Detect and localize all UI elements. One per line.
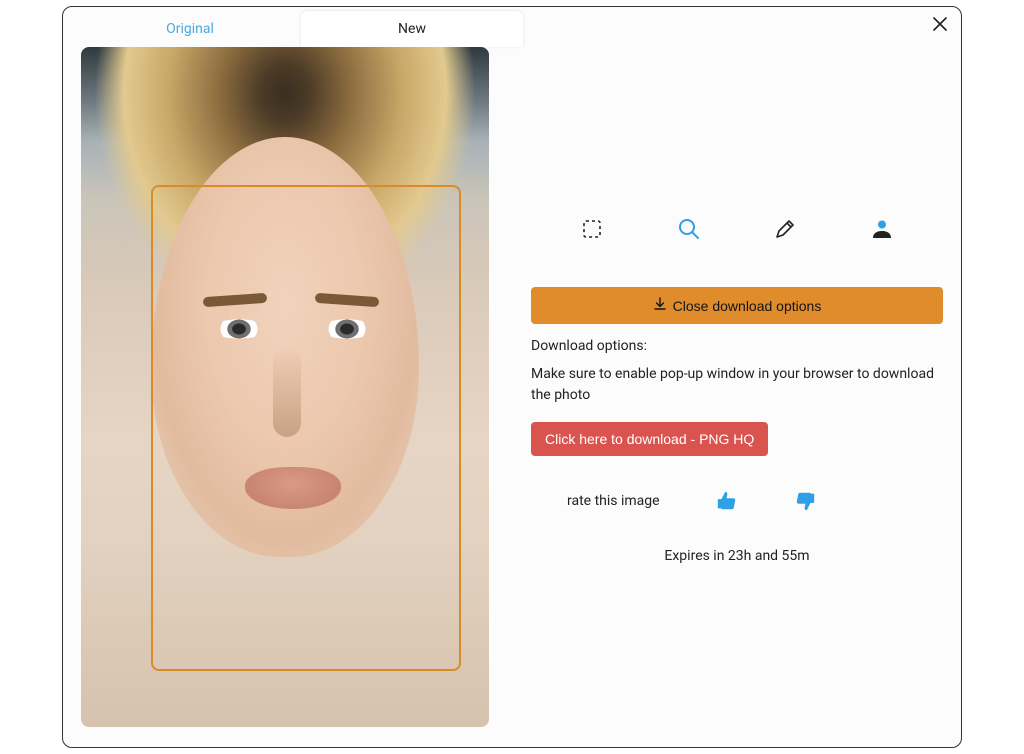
download-png-button[interactable]: Click here to download - PNG HQ [531, 422, 768, 456]
content-area: Close download options Download options:… [63, 47, 961, 747]
download-hint: Make sure to enable pop-up window in you… [531, 364, 943, 406]
result-image[interactable] [81, 47, 489, 727]
rate-row: rate this image [567, 490, 943, 512]
modal-dialog: Original New [62, 6, 962, 748]
thumbs-down-icon[interactable] [794, 490, 816, 512]
expires-text: Expires in 23h and 55m [531, 548, 943, 564]
crop-icon[interactable] [578, 215, 606, 243]
close-icon[interactable] [933, 17, 947, 35]
close-download-options-button[interactable]: Close download options [531, 287, 943, 324]
download-options-title: Download options: [531, 338, 943, 354]
rate-label: rate this image [567, 493, 660, 509]
download-icon [653, 297, 667, 314]
controls-panel: Close download options Download options:… [531, 47, 943, 729]
person-icon[interactable] [868, 215, 896, 243]
tab-bar: Original New [79, 11, 961, 47]
tab-new[interactable]: New [301, 11, 523, 47]
crop-overlay[interactable] [151, 185, 461, 671]
pencil-icon[interactable] [771, 215, 799, 243]
tab-original[interactable]: Original [79, 11, 301, 47]
close-download-label: Close download options [673, 298, 822, 314]
magnify-icon[interactable] [675, 215, 703, 243]
thumbs-up-icon[interactable] [716, 490, 738, 512]
image-panel [81, 47, 501, 729]
tool-row [578, 215, 896, 243]
